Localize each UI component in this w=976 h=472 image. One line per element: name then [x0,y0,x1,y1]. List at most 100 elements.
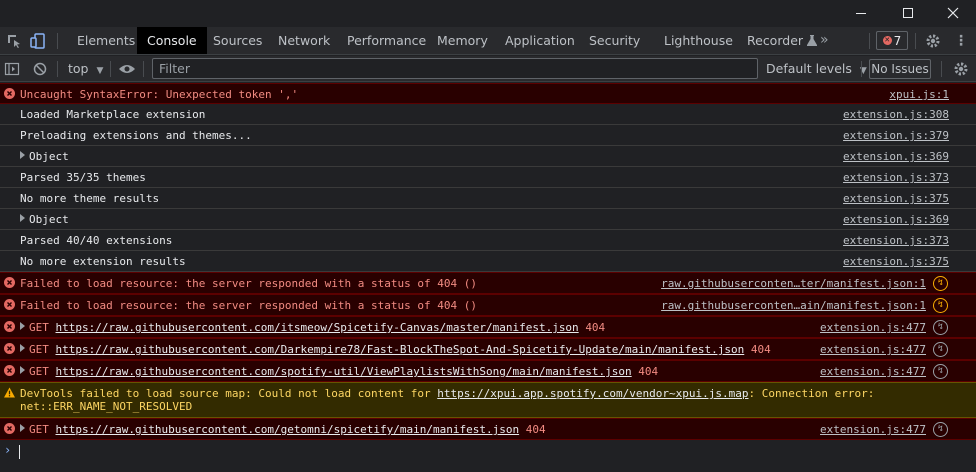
console-message[interactable]: Object extension.js:369 [0,146,976,167]
source-link[interactable]: extension.js:477 [820,343,926,356]
source-link[interactable]: extension.js:477 [820,423,926,436]
message-text[interactable]: Uncaught SyntaxError: Unexpected token '… [20,88,916,101]
expand-triangle-icon [20,214,25,222]
request-method: GET [29,343,49,356]
network-icon[interactable]: ↯ [933,364,948,379]
caret-down-icon: ▼ [96,66,104,76]
inspect-element-button[interactable] [4,31,24,51]
object-expander[interactable]: Object [20,213,916,226]
console-message[interactable]: Parsed 35/35 themes extension.js:373 [0,167,976,188]
console-toolbar: top ▼ Default levels ▼ No Issues [0,56,976,82]
minimize-button[interactable] [838,0,884,26]
console-message-error[interactable]: Failed to load resource: the server resp… [0,272,976,294]
source-link[interactable]: extension.js:308 [843,108,949,121]
request-method: GET [29,365,49,378]
tab-network[interactable]: Network [278,27,330,54]
close-window-button[interactable] [930,0,976,26]
console-message[interactable]: Parsed 40/40 extensions extension.js:373 [0,230,976,251]
network-request: GET https://raw.githubusercontent.com/Da… [20,343,916,356]
filter-input[interactable] [152,58,758,79]
live-expression-button[interactable] [117,59,137,79]
console-message-warning[interactable]: DevTools failed to load source map: Coul… [0,382,976,418]
console-message-network-error[interactable]: GET https://raw.githubusercontent.com/sp… [0,360,976,382]
source-link[interactable]: extension.js:373 [843,234,949,247]
source-map-url[interactable]: https://xpui.app.spotify.com/vendor~xpui… [437,387,748,400]
source-link[interactable]: extension.js:477 [820,321,926,334]
source-link[interactable]: extension.js:477 [820,365,926,378]
console-message[interactable]: No more extension results extension.js:3… [0,251,976,272]
console-output[interactable]: Uncaught SyntaxError: Unexpected token '… [0,83,976,472]
context-selector[interactable]: top ▼ [68,56,103,82]
console-message-error[interactable]: Uncaught SyntaxError: Unexpected token '… [0,83,976,104]
tab-performance[interactable]: Performance [347,27,426,54]
request-url[interactable]: https://raw.githubusercontent.com/spotif… [56,365,632,378]
message-text[interactable]: No more theme results [20,192,916,205]
console-message-error[interactable]: Failed to load resource: the server resp… [0,294,976,316]
source-link[interactable]: extension.js:369 [843,213,949,226]
toolbar-separator-5 [941,61,942,77]
source-link[interactable]: extension.js:375 [843,192,949,205]
console-message-network-error[interactable]: GET https://raw.githubusercontent.com/Da… [0,338,976,360]
show-sidebar-button[interactable] [2,59,22,79]
source-link[interactable]: raw.githubuserconten…ain/manifest.json:1 [661,299,926,312]
issues-button[interactable]: No Issues [869,59,931,79]
warning-text[interactable]: DevTools failed to load source map: Coul… [20,387,916,413]
error-icon [4,321,15,332]
toolbar-separator-2 [110,61,111,77]
gear-icon [926,34,940,48]
message-text[interactable]: Parsed 35/35 themes [20,171,916,184]
console-message-network-error[interactable]: GET https://raw.githubusercontent.com/ge… [0,418,976,440]
message-text[interactable]: Loaded Marketplace extension [20,108,916,121]
console-message[interactable]: Loaded Marketplace extension extension.j… [0,104,976,125]
more-options-button[interactable]: ⋮ [951,31,971,51]
message-text[interactable]: No more extension results [20,255,916,268]
warning-circle-icon[interactable]: ↯ [933,276,948,291]
status-code: 404 [638,365,659,378]
source-link[interactable]: extension.js:369 [843,150,949,163]
source-link[interactable]: xpui.js:1 [889,88,949,101]
more-tabs-button[interactable]: » [820,27,829,54]
message-text[interactable]: Parsed 40/40 extensions [20,234,916,247]
request-url[interactable]: https://raw.githubusercontent.com/itsmeo… [56,321,579,334]
network-icon[interactable]: ↯ [933,320,948,335]
source-link[interactable]: extension.js:373 [843,171,949,184]
log-levels-dropdown[interactable]: Default levels ▼ [766,56,867,82]
error-icon [4,88,15,99]
expand-triangle-icon[interactable] [20,424,25,432]
tab-security[interactable]: Security [589,27,640,54]
tab-recorder[interactable]: Recorder [747,27,818,54]
expand-triangle-icon[interactable] [20,322,25,330]
tab-lighthouse[interactable]: Lighthouse [664,27,733,54]
tab-elements[interactable]: Elements [77,27,135,54]
source-link[interactable]: extension.js:379 [843,129,949,142]
error-count-badge[interactable]: ✕ 7 [876,31,908,50]
tab-memory[interactable]: Memory [437,27,488,54]
tab-sources[interactable]: Sources [213,27,262,54]
tab-console[interactable]: Console [137,27,207,54]
console-message[interactable]: No more theme results extension.js:375 [0,188,976,209]
devtools-tabbar: Elements Console Sources Network Perform… [0,27,976,55]
console-prompt[interactable]: › [0,440,976,464]
console-message-network-error[interactable]: GET https://raw.githubusercontent.com/it… [0,316,976,338]
expand-triangle-icon[interactable] [20,344,25,352]
settings-button[interactable] [923,31,943,51]
source-link[interactable]: extension.js:375 [843,255,949,268]
expand-triangle-icon[interactable] [20,366,25,374]
console-message[interactable]: Object extension.js:369 [0,209,976,230]
object-expander[interactable]: Object [20,150,916,163]
request-url[interactable]: https://raw.githubusercontent.com/Darkem… [56,343,745,356]
network-icon[interactable]: ↯ [933,422,948,437]
console-message[interactable]: Preloading extensions and themes... exte… [0,125,976,146]
request-url[interactable]: https://raw.githubusercontent.com/getomn… [56,423,520,436]
warning-circle-icon[interactable]: ↯ [933,298,948,313]
maximize-button[interactable] [885,0,931,26]
source-link[interactable]: raw.githubuserconten…ter/manifest.json:1 [661,277,926,290]
message-text[interactable]: Preloading extensions and themes... [20,129,916,142]
tab-application[interactable]: Application [505,27,575,54]
console-settings-button[interactable] [951,59,971,79]
device-toolbar-button[interactable] [28,31,48,51]
clear-console-button[interactable] [30,59,50,79]
network-icon[interactable]: ↯ [933,342,948,357]
tabbar-separator-3 [915,33,916,49]
error-icon [4,365,15,376]
